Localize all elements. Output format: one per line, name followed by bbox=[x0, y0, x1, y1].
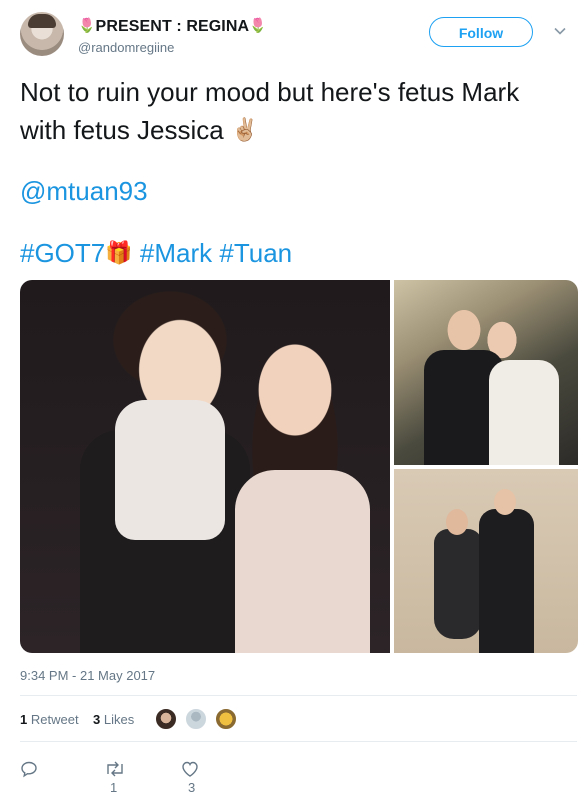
photo-figure bbox=[479, 509, 534, 653]
likes-label: Likes bbox=[103, 712, 135, 727]
likes-count: 3 bbox=[93, 712, 101, 727]
avatar[interactable] bbox=[154, 707, 178, 731]
avatar[interactable] bbox=[184, 707, 208, 731]
photo-gallery bbox=[20, 280, 578, 653]
display-name-text: PRESENT : REGINA bbox=[95, 18, 250, 35]
hashtag-got7[interactable]: #GOT7 bbox=[20, 238, 105, 268]
photo-figure bbox=[489, 360, 559, 465]
photo-bottom-right[interactable] bbox=[394, 469, 578, 653]
photo-figure bbox=[115, 400, 225, 540]
user-handle[interactable]: @randomregiine bbox=[78, 40, 174, 55]
gift-icon: 🎁 bbox=[105, 240, 133, 265]
chevron-down-icon[interactable] bbox=[553, 24, 567, 38]
tweet-body: Not to ruin your mood but here's fetus M… bbox=[20, 77, 520, 145]
reply-icon bbox=[21, 761, 37, 777]
tulip-icon: 🌷 bbox=[249, 17, 267, 33]
tweet-line: Not to ruin your mood but here's fetus M… bbox=[20, 74, 570, 149]
hashtag-mark[interactable]: #Mark bbox=[140, 238, 212, 268]
avatar[interactable] bbox=[214, 707, 238, 731]
tulip-icon: 🌷 bbox=[78, 17, 96, 33]
photo-figure bbox=[434, 529, 482, 639]
hashtag-tuan[interactable]: #Tuan bbox=[219, 238, 292, 268]
photo-main[interactable] bbox=[20, 280, 390, 653]
likes-stat[interactable]: 3 Likes bbox=[93, 712, 134, 727]
retweet-icon bbox=[107, 761, 123, 777]
retweet-label: Retweet bbox=[30, 712, 79, 727]
tweet-header: 🌷PRESENT : REGINA🌷 @randomregiine Follow bbox=[20, 12, 567, 60]
tweet-timestamp[interactable]: 9:34 PM - 21 May 2017 bbox=[20, 668, 155, 683]
tweet-stats: 1 Retweet 3 Likes bbox=[20, 712, 134, 727]
mention-link[interactable]: @mtuan93 bbox=[20, 176, 148, 206]
divider bbox=[20, 741, 577, 742]
heart-icon bbox=[182, 761, 198, 777]
photo-figure bbox=[235, 470, 370, 653]
like-action-count: 3 bbox=[188, 780, 196, 795]
retweet-action-count: 1 bbox=[110, 780, 118, 795]
victory-hand-icon: ✌🏼 bbox=[230, 117, 259, 142]
retweet-stat[interactable]: 1 Retweet bbox=[20, 712, 79, 727]
reply-button[interactable] bbox=[20, 758, 38, 778]
photo-figure bbox=[494, 489, 516, 515]
avatar[interactable] bbox=[20, 12, 64, 56]
follow-button[interactable]: Follow bbox=[429, 17, 533, 47]
divider bbox=[20, 695, 577, 696]
tweet-text: Not to ruin your mood but here's fetus M… bbox=[20, 74, 570, 272]
display-name[interactable]: 🌷PRESENT : REGINA🌷 bbox=[78, 17, 267, 36]
photo-top-right[interactable] bbox=[394, 280, 578, 465]
like-button[interactable]: 3 bbox=[180, 758, 200, 795]
retweet-button[interactable]: 1 bbox=[104, 758, 126, 795]
retweet-count: 1 bbox=[20, 712, 28, 727]
photo-figure bbox=[446, 509, 468, 535]
